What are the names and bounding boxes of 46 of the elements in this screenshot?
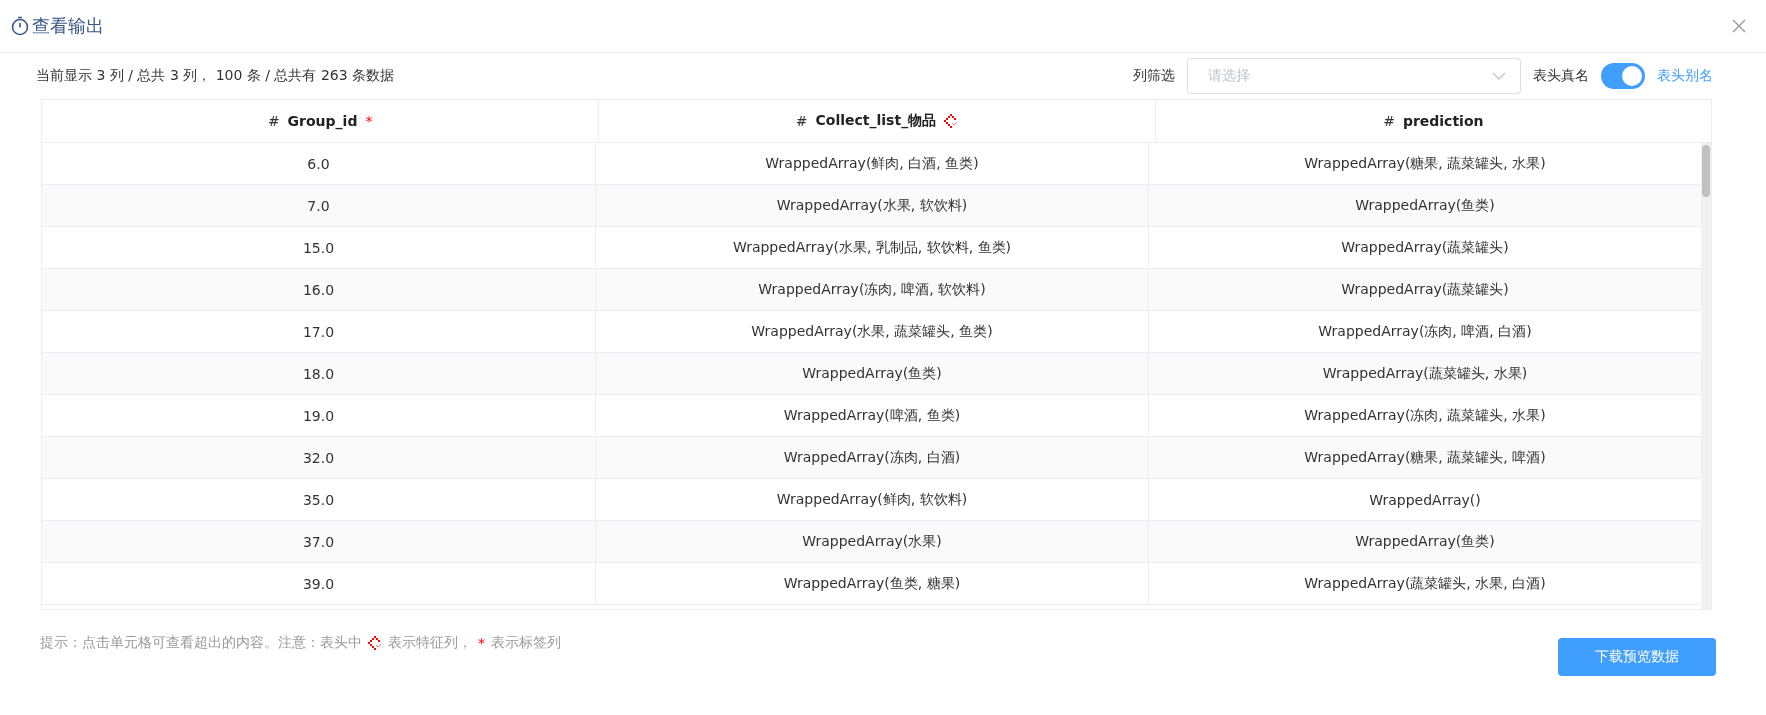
column-name: Group_id xyxy=(287,113,358,129)
stopwatch-icon xyxy=(10,16,30,36)
table-cell[interactable]: WrappedArray(冻肉, 啤酒, 软饮料) xyxy=(595,269,1148,310)
numeric-type-mark: # xyxy=(795,113,808,129)
label-column-mark: * xyxy=(478,635,485,651)
table-cell[interactable]: 17.0 xyxy=(42,311,595,352)
table-cell[interactable]: WrappedArray(鱼类) xyxy=(595,353,1148,394)
table-cell[interactable]: WrappedArray(冻肉, 白酒) xyxy=(595,437,1148,478)
alias-name-label: 表头别名 xyxy=(1657,67,1713,85)
table-cell[interactable]: WrappedArray(鲜肉, 白酒, 鱼类) xyxy=(595,143,1148,184)
scrollbar-thumb[interactable] xyxy=(1702,145,1710,197)
data-summary: 当前显示 3 列 / 总共 3 列， 100 条 / 总共有 263 条数据 xyxy=(36,67,395,85)
label-column-mark: * xyxy=(365,113,373,129)
table-cell[interactable]: 39.0 xyxy=(42,563,595,604)
feature-column-icon xyxy=(368,636,382,650)
hint-text: 表示标签列 xyxy=(491,634,561,652)
table-cell[interactable]: WrappedArray(水果) xyxy=(595,521,1148,562)
table-cell[interactable]: WrappedArray(水果, 蔬菜罐头, 鱼类) xyxy=(595,311,1148,352)
table-cell[interactable]: 16.0 xyxy=(42,269,595,310)
feature-column-icon xyxy=(944,114,959,128)
column-filter-label: 列筛选 xyxy=(1133,67,1175,85)
table-cell[interactable]: WrappedArray(鲜肉, 软饮料) xyxy=(595,479,1148,520)
table-cell[interactable]: 32.0 xyxy=(42,437,595,478)
hint-text: 表示特征列， xyxy=(388,634,472,652)
scrollbar[interactable] xyxy=(1701,143,1711,609)
table-cell[interactable]: 37.0 xyxy=(42,521,595,562)
numeric-type-mark: # xyxy=(1383,113,1395,129)
column-name: Collect_list_物品 xyxy=(815,112,937,130)
chevron-down-icon xyxy=(1492,72,1506,80)
table-cell[interactable]: 18.0 xyxy=(42,353,595,394)
table-cell[interactable]: 7.0 xyxy=(42,185,595,226)
column-name: prediction xyxy=(1402,113,1484,129)
table-cell[interactable]: 15.0 xyxy=(42,227,595,268)
close-icon[interactable] xyxy=(1732,19,1746,33)
table-cell[interactable]: WrappedArray(啤酒, 鱼类) xyxy=(595,395,1148,436)
table-cell[interactable]: WrappedArray(水果, 软饮料) xyxy=(595,185,1148,226)
real-name-label: 表头真名 xyxy=(1533,67,1589,85)
table-cell[interactable]: 6.0 xyxy=(42,143,595,184)
hint-text: 提示：点击单元格可查看超出的内容。注意：表头中 xyxy=(40,634,362,652)
table-cell[interactable]: 19.0 xyxy=(42,395,595,436)
header-name-switch[interactable] xyxy=(1601,63,1645,89)
table-cell[interactable]: WrappedArray(水果, 乳制品, 软饮料, 鱼类) xyxy=(595,227,1148,268)
table-cell[interactable]: WrappedArray(鱼类, 糖果) xyxy=(595,563,1148,604)
dialog-title: 查看输出 xyxy=(32,14,104,38)
numeric-type-mark: # xyxy=(267,113,280,129)
table-cell[interactable]: 35.0 xyxy=(42,479,595,520)
